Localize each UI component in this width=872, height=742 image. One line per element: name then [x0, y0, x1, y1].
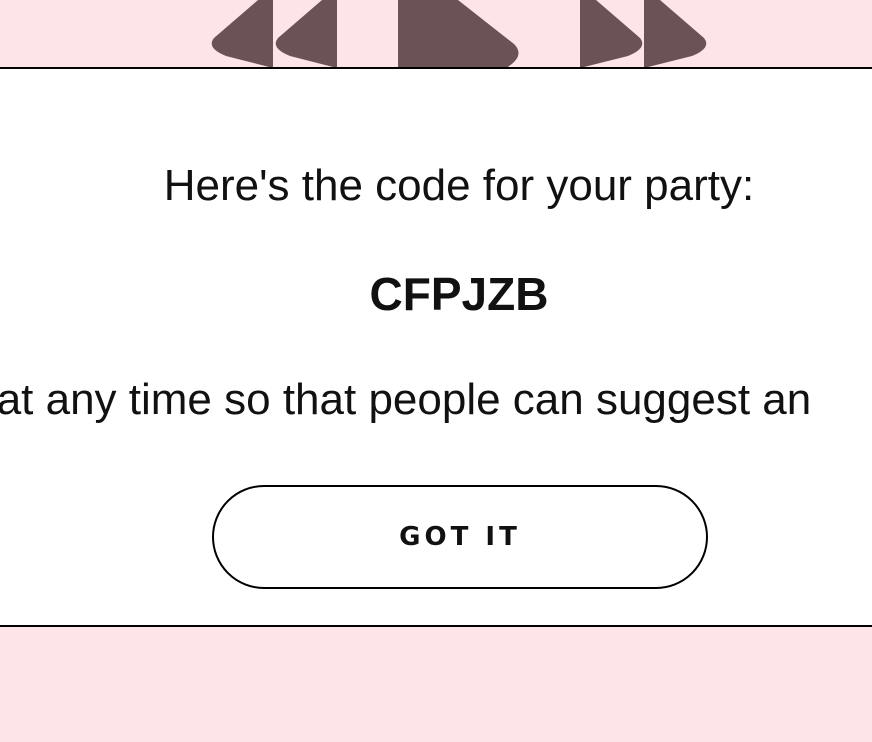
- party-code-dialog: Here's the code for your party: CFPJZB e…: [0, 67, 872, 627]
- rewind-icon[interactable]: [211, 0, 337, 68]
- dialog-heading: Here's the code for your party:: [163, 161, 755, 210]
- got-it-button[interactable]: GOT IT: [212, 485, 708, 589]
- play-icon[interactable]: [398, 0, 519, 68]
- player-controls: [0, 0, 872, 68]
- fast-forward-icon[interactable]: [580, 0, 707, 68]
- dialog-message: e at any time so that people can suggest…: [0, 375, 812, 424]
- party-code: CFPJZB: [369, 268, 549, 320]
- player-controls-icons: [211, 0, 707, 68]
